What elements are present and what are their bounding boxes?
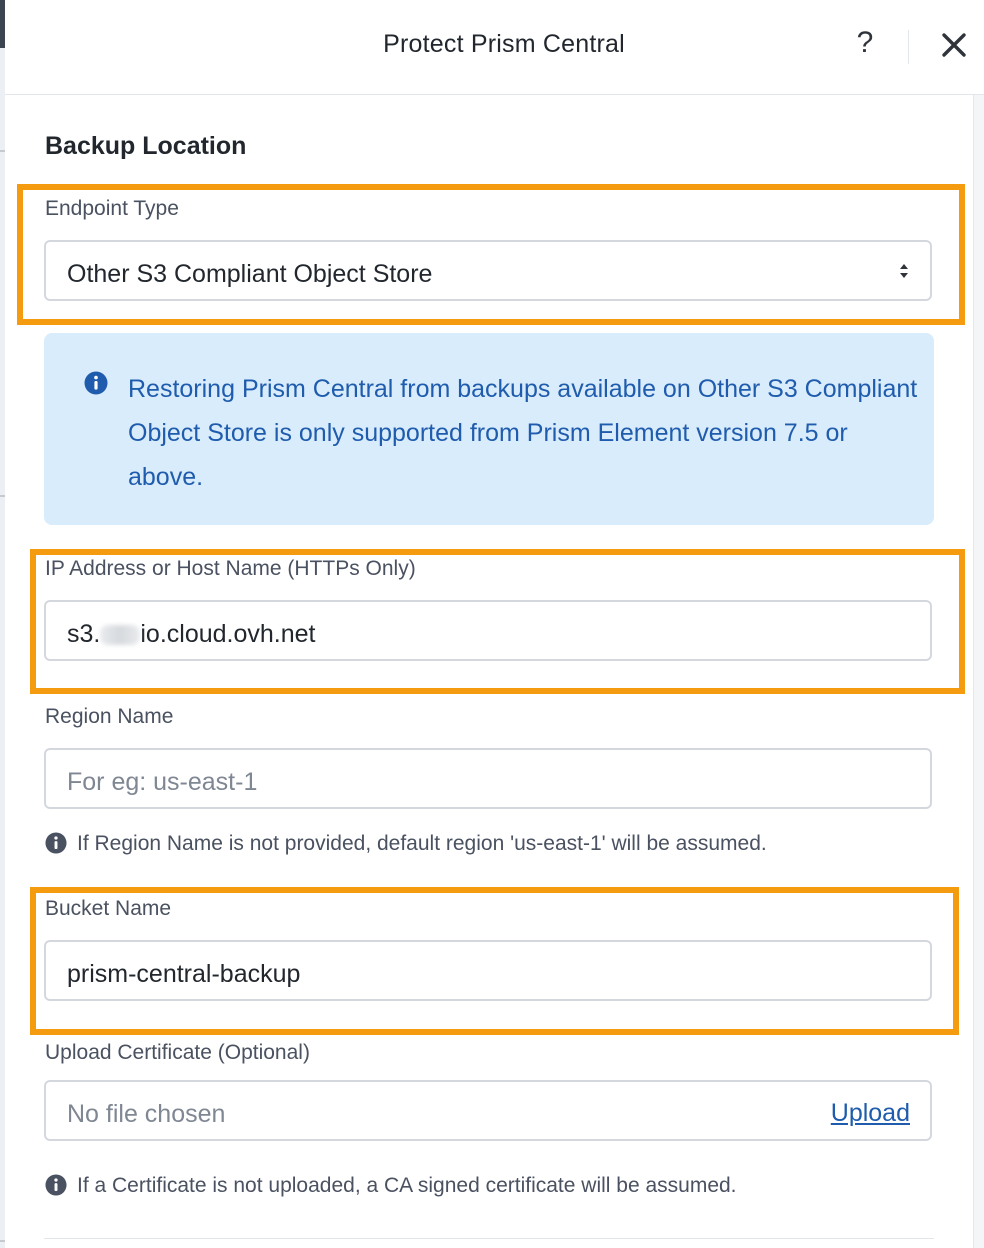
info-banner: Restoring Prism Central from backups ava… (44, 333, 934, 525)
region-placeholder: For eg: us-east-1 (67, 768, 258, 796)
info-message: Restoring Prism Central from backups ava… (128, 375, 918, 491)
header-divider (908, 30, 909, 64)
certificate-hint-text: If a Certificate is not uploaded, a CA s… (77, 1174, 737, 1197)
help-icon[interactable]: ? (853, 26, 877, 62)
section-title: Backup Location (45, 132, 247, 160)
certificate-placeholder: No file chosen (67, 1100, 226, 1128)
host-highlight-box (30, 549, 965, 694)
certificate-input[interactable]: No file chosen Upload (44, 1080, 932, 1141)
info-icon (84, 371, 108, 395)
dialog-title: Protect Prism Central (383, 30, 625, 58)
dialog-scrollbar[interactable] (973, 95, 984, 1248)
info-icon (45, 1174, 67, 1196)
region-hint: If Region Name is not provided, default … (45, 832, 767, 856)
endpoint-highlight-box (17, 184, 965, 325)
region-input[interactable]: For eg: us-east-1 (44, 748, 932, 809)
close-icon[interactable] (941, 32, 967, 58)
certificate-label: Upload Certificate (Optional) (45, 1041, 310, 1064)
upload-link[interactable]: Upload (831, 1099, 910, 1128)
footer-divider (44, 1238, 934, 1239)
region-hint-text: If Region Name is not provided, default … (77, 832, 767, 855)
dialog-header: Protect Prism Central ? (5, 0, 984, 95)
info-icon (45, 832, 67, 854)
bucket-highlight-box (30, 887, 959, 1035)
certificate-hint: If a Certificate is not uploaded, a CA s… (45, 1174, 737, 1198)
region-label: Region Name (45, 705, 174, 728)
